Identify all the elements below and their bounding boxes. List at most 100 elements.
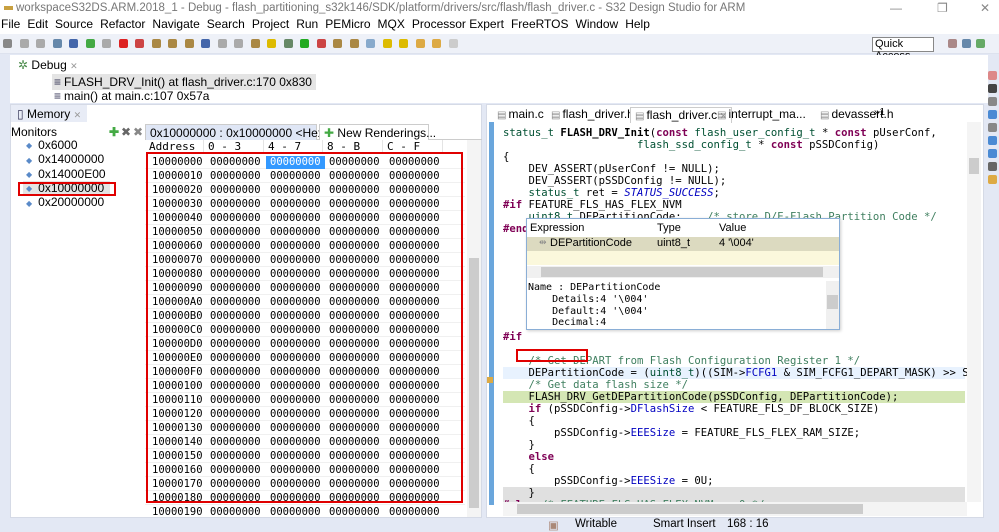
monitor-item[interactable]: ◆ 0x20000000 <box>23 195 110 209</box>
scroll-thumb[interactable] <box>541 267 823 277</box>
toolbar-button-icon[interactable] <box>234 39 243 48</box>
expression-type: uint8_t <box>657 237 691 249</box>
rendering-tab[interactable]: 0x10000000 : 0x10000000 <Hex> ✕ <box>145 124 342 140</box>
toolbar-button-icon[interactable] <box>382 39 392 48</box>
memory-cell[interactable]: 00000000 <box>329 506 380 517</box>
perspective-icon[interactable] <box>962 39 971 48</box>
menu-pemicro[interactable]: PEMicro <box>325 17 370 31</box>
menu-navigate[interactable]: Navigate <box>152 17 199 31</box>
close-icon[interactable]: ✕ <box>70 61 78 71</box>
toolbar-button-icon[interactable] <box>333 39 342 48</box>
memory-cell[interactable]: 00000000 <box>210 506 261 517</box>
view-icon[interactable] <box>988 123 997 132</box>
tab-overflow[interactable]: »1 <box>874 107 885 118</box>
add-monitor-icon[interactable]: ✚ <box>109 125 119 139</box>
toolbar-button-icon[interactable] <box>267 39 276 48</box>
menu-window[interactable]: Window <box>576 17 619 31</box>
toolbar-button-icon[interactable] <box>300 39 309 48</box>
scroll-thumb[interactable] <box>469 258 479 508</box>
toolbar-button-icon[interactable] <box>135 39 144 48</box>
debug-view: ✲ Debug ✕ ≡ FLASH_DRV_Init() at flash_dri… <box>10 55 988 103</box>
toolbar-button-icon[interactable] <box>250 39 260 48</box>
editor-tab[interactable]: ▤ devassert.h <box>816 107 898 123</box>
toolbar-button-icon[interactable] <box>432 39 441 48</box>
menu-refactor[interactable]: Refactor <box>100 17 145 31</box>
remove-all-monitors-icon[interactable]: ✖ <box>133 125 143 139</box>
perspective-icon[interactable] <box>948 39 957 48</box>
view-icon[interactable] <box>988 110 997 119</box>
toolbar-button-icon[interactable] <box>366 39 375 48</box>
details-vscroll[interactable] <box>826 281 839 329</box>
maximize-button[interactable]: ❐ <box>937 1 948 15</box>
editor-tab[interactable]: ▤ flash_driver.h <box>547 107 638 123</box>
editor-tab[interactable]: ▤ interrupt_ma... <box>713 107 810 123</box>
toolbar-button-icon[interactable] <box>19 39 29 48</box>
memory-cell[interactable]: 00000000 <box>270 506 321 517</box>
menu-help[interactable]: Help <box>625 17 650 31</box>
code-token: )((SIM-> <box>694 367 746 379</box>
memory-tab[interactable]: ▯ Memory ✕ <box>11 105 88 122</box>
perspective-icon[interactable] <box>976 39 985 48</box>
toolbar-button-icon[interactable] <box>118 39 128 48</box>
close-icon[interactable]: ✕ <box>74 110 82 120</box>
code-token: #if <box>503 199 529 211</box>
menu-processor-expert[interactable]: Processor Expert <box>412 17 504 31</box>
toolbar-button-icon[interactable] <box>69 39 78 48</box>
monitor-item[interactable]: ◆ 0x14000E00 <box>23 167 112 181</box>
toolbar-button-icon[interactable] <box>3 39 12 48</box>
toolbar-button-icon[interactable] <box>36 39 45 48</box>
menu-freertos[interactable]: FreeRTOS <box>511 17 569 31</box>
monitor-item[interactable]: ◆ 0x6000 <box>23 138 84 152</box>
remove-monitor-icon[interactable]: ✖ <box>121 125 131 139</box>
monitor-icon: ◆ <box>26 198 33 208</box>
scroll-thumb[interactable] <box>827 295 838 309</box>
toolbar-button-icon[interactable] <box>316 39 326 48</box>
memory-scrollbar[interactable] <box>467 140 481 517</box>
editor-vscroll[interactable] <box>967 122 981 502</box>
view-icon[interactable] <box>988 175 997 184</box>
view-icon[interactable] <box>988 71 997 80</box>
menu-source[interactable]: Source <box>55 17 93 31</box>
toolbar-button-icon[interactable] <box>201 39 210 48</box>
close-button[interactable]: ✕ <box>980 1 990 15</box>
toolbar-button-icon[interactable] <box>349 39 359 48</box>
minimize-button[interactable]: — <box>890 1 902 15</box>
toolbar-button-icon[interactable] <box>168 39 177 48</box>
toolbar-button-icon[interactable] <box>283 39 293 48</box>
toolbar-button-icon[interactable] <box>399 39 408 48</box>
scroll-thumb[interactable] <box>517 504 863 514</box>
toolbar-button-icon[interactable] <box>151 39 161 48</box>
quick-access-input[interactable]: Quick Access <box>872 37 934 62</box>
menu-search[interactable]: Search <box>207 17 245 31</box>
editor-tab[interactable]: ▤ main.c <box>493 107 548 123</box>
view-icon[interactable] <box>988 97 997 106</box>
stack-frame[interactable]: ≡ main() at main.c:107 0x57a <box>52 88 213 104</box>
toolbar-button-icon[interactable] <box>415 39 425 48</box>
toolbar-button-icon[interactable] <box>448 39 458 48</box>
menu-mqx[interactable]: MQX <box>378 17 405 31</box>
code-token: DFlashSize <box>630 403 695 415</box>
menu-project[interactable]: Project <box>252 17 289 31</box>
toolbar-button-icon[interactable] <box>85 39 95 48</box>
menu-edit[interactable]: Edit <box>27 17 48 31</box>
menu-run[interactable]: Run <box>296 17 318 31</box>
expression-row[interactable]: ⇹ DEPartitionCode uint8_t 4 '\004' <box>527 237 839 251</box>
popup-hscroll[interactable] <box>527 266 839 278</box>
toolbar-button-icon[interactable] <box>184 39 194 48</box>
view-icon[interactable] <box>988 149 997 158</box>
expression-header: Expression <box>530 222 585 234</box>
editor-hscroll[interactable] <box>503 502 967 516</box>
memory-view: ▯ Memory ✕ Monitors ✚ ✖ ✖ ◆ 0x6000 ◆ 0x1400… <box>10 104 482 518</box>
toolbar-button-icon[interactable] <box>102 39 111 48</box>
debug-tab[interactable]: ✲ Debug ✕ <box>18 58 78 72</box>
view-icon[interactable] <box>988 84 997 93</box>
monitor-item[interactable]: ◆ 0x14000000 <box>23 152 110 166</box>
toolbar-button-icon[interactable] <box>217 39 227 48</box>
view-icon[interactable] <box>988 136 997 145</box>
view-icon[interactable] <box>988 162 997 171</box>
new-renderings-tab[interactable]: ✚ New Renderings... <box>319 124 436 140</box>
scroll-thumb[interactable] <box>969 158 979 174</box>
menu-file[interactable]: File <box>1 17 20 31</box>
memory-cell[interactable]: 00000000 <box>389 506 440 517</box>
toolbar-button-icon[interactable] <box>52 39 62 48</box>
